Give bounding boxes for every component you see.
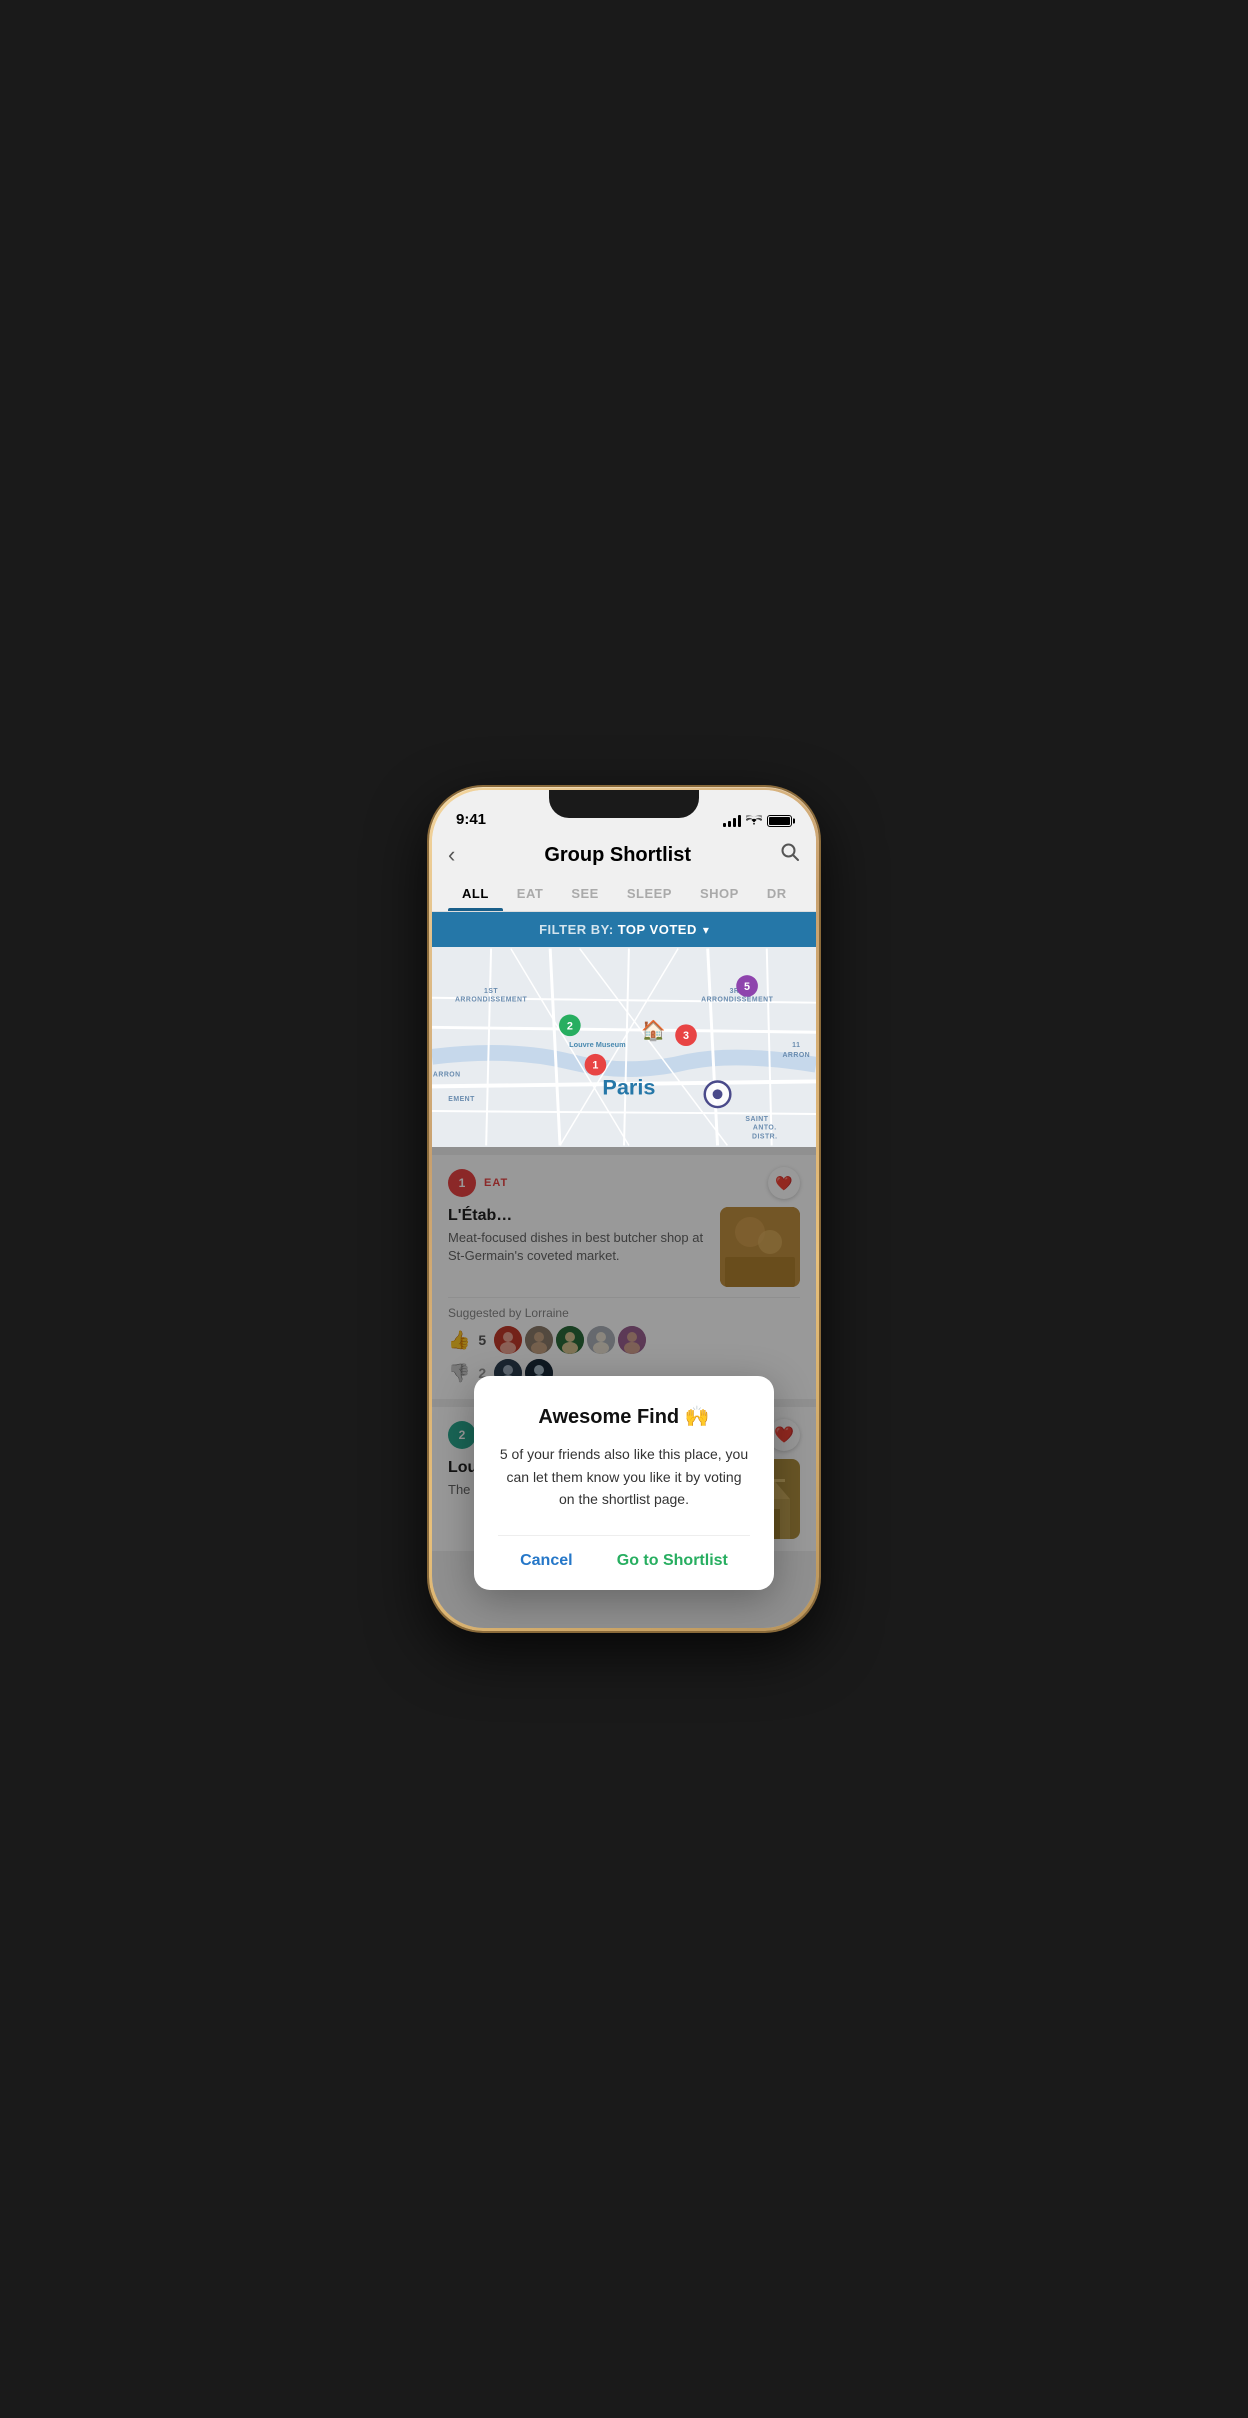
phone-inner: 9:41 (432, 790, 816, 1628)
battery-icon (767, 815, 792, 827)
signal-bars-icon (723, 815, 741, 827)
svg-text:Paris: Paris (602, 1074, 655, 1099)
tab-eat[interactable]: EAT (503, 876, 558, 911)
svg-text:DISTR.: DISTR. (752, 1134, 778, 1141)
nav-bar: ‹ Group Shortlist (432, 834, 816, 876)
modal-body: 5 of your friends also like this place, … (498, 1443, 750, 1510)
status-icons (723, 813, 792, 828)
tab-shop[interactable]: SHOP (686, 876, 753, 911)
wifi-icon (746, 813, 762, 828)
cancel-button[interactable]: Cancel (520, 1552, 572, 1570)
search-icon[interactable] (780, 842, 800, 868)
svg-text:SAINT: SAINT (745, 1116, 768, 1123)
phone-frame: 9:41 (429, 787, 819, 1631)
main-content: 1 EAT ❤️ L'Étab… Meat-focused dishes in … (432, 1147, 816, 1628)
modal-title: Awesome Find 🙌 (498, 1404, 750, 1429)
filter-value: TOP VOTED (618, 922, 697, 937)
notch (549, 790, 699, 818)
svg-text:ANTO.: ANTO. (753, 1125, 777, 1132)
svg-text:1ST: 1ST (484, 988, 498, 995)
filter-label: FILTER BY: (539, 922, 614, 937)
svg-text:ARRONDISSEMENT: ARRONDISSEMENT (455, 997, 528, 1004)
tab-dr[interactable]: DR (753, 876, 801, 911)
tab-all[interactable]: ALL (448, 876, 503, 911)
modal-overlay: Awesome Find 🙌 5 of your friends also li… (432, 1147, 816, 1628)
modal-dialog: Awesome Find 🙌 5 of your friends also li… (474, 1376, 774, 1589)
go-to-shortlist-button[interactable]: Go to Shortlist (617, 1552, 728, 1570)
page-title: Group Shortlist (544, 844, 691, 867)
map-area[interactable]: 1ST ARRONDISSEMENT 3RD ARRONDISSEMENT EM… (432, 947, 816, 1147)
svg-text:3: 3 (683, 1030, 689, 1042)
svg-text:5: 5 (744, 981, 750, 993)
svg-text:ARRON: ARRON (433, 1072, 461, 1079)
tab-bar: ALL EAT SEE SLEEP SHOP DR (432, 876, 816, 912)
status-time: 9:41 (456, 811, 486, 828)
svg-text:ARRONDISSEMENT: ARRONDISSEMENT (701, 997, 774, 1004)
filter-bar[interactable]: FILTER BY: TOP VOTED ▾ (432, 912, 816, 947)
svg-text:2: 2 (567, 1020, 573, 1032)
svg-text:Louvre Museum: Louvre Museum (569, 1040, 626, 1049)
svg-text:ARRON: ARRON (782, 1052, 810, 1059)
modal-actions: Cancel Go to Shortlist (498, 1535, 750, 1570)
back-button[interactable]: ‹ (448, 842, 455, 868)
chevron-down-icon: ▾ (703, 923, 709, 937)
svg-text:🏠: 🏠 (641, 1019, 666, 1042)
tab-sleep[interactable]: SLEEP (613, 876, 686, 911)
svg-text:EMENT: EMENT (448, 1096, 475, 1103)
svg-text:1: 1 (592, 1060, 598, 1072)
svg-text:11: 11 (792, 1042, 800, 1049)
tab-see[interactable]: SEE (557, 876, 613, 911)
